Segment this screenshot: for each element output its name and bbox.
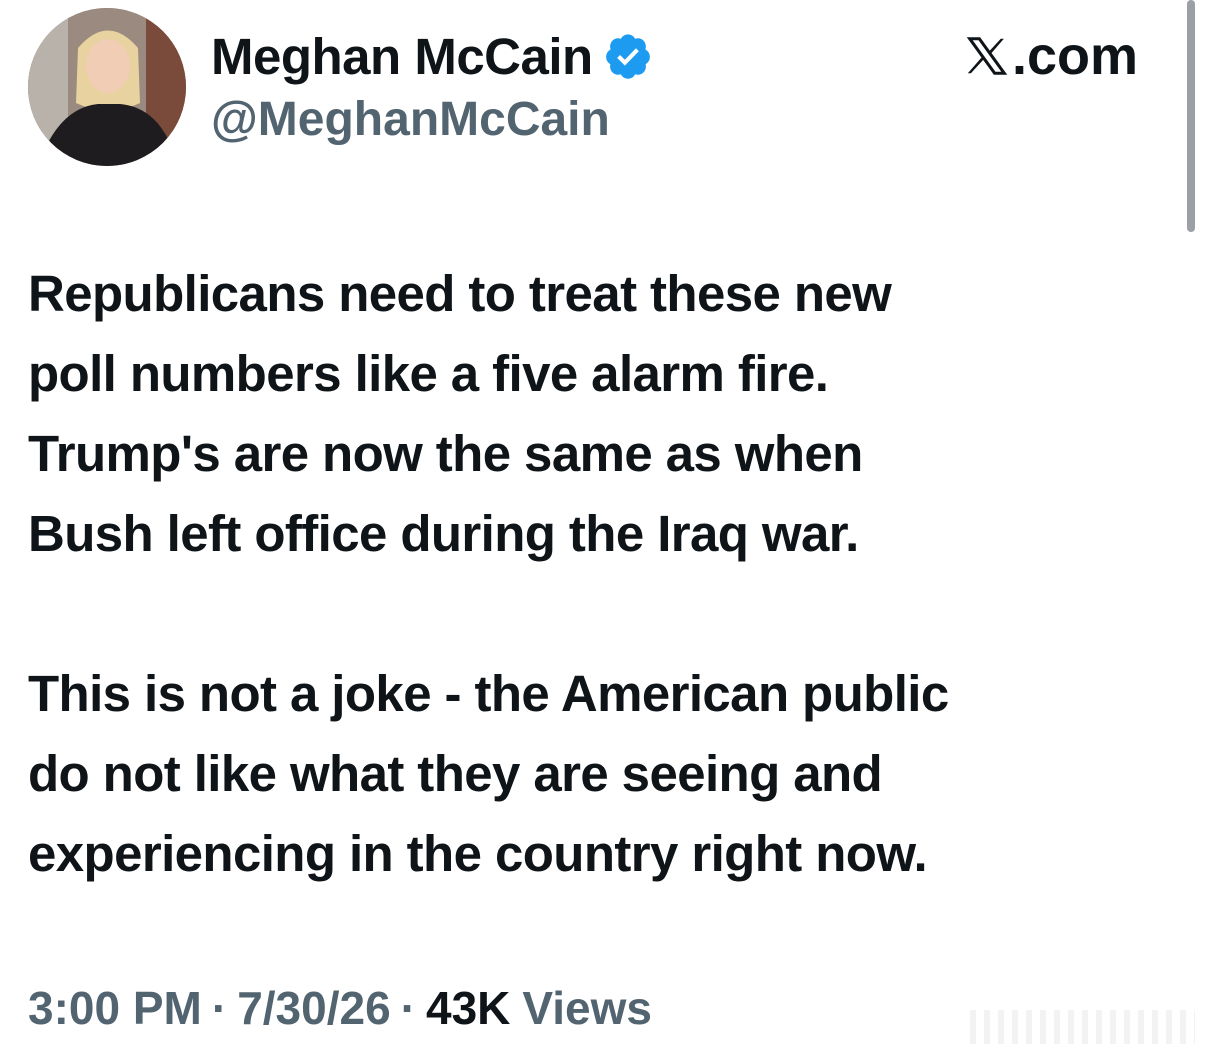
handle[interactable]: @MeghanMcCain <box>211 92 610 147</box>
x-logo-icon <box>966 37 1008 75</box>
avatar[interactable] <box>28 8 186 166</box>
tweet-line: Bush left office during the Iraq war. <box>28 505 859 562</box>
scrollbar[interactable] <box>1187 0 1195 232</box>
author-name-row[interactable]: Meghan McCain <box>211 24 653 88</box>
tweet-line: Trump's are now the same as when <box>28 425 863 482</box>
site-label: .com <box>964 24 1138 88</box>
views-count[interactable]: 43K <box>426 981 510 1035</box>
display-name[interactable]: Meghan McCain <box>211 27 593 86</box>
tweet-line: Republicans need to treat these new <box>28 265 892 322</box>
tweet-line: experiencing in the country right now. <box>28 825 928 882</box>
tweet-line: do not like what they are seeing and <box>28 745 883 802</box>
post-date[interactable]: 7/30/26 <box>237 981 390 1035</box>
meta-separator: · <box>400 982 416 1034</box>
tweet-line: poll numbers like a five alarm fire. <box>28 345 829 402</box>
post-time[interactable]: 3:00 PM <box>28 981 202 1035</box>
views-label[interactable]: Views <box>522 981 652 1035</box>
tweet-text: Republicans need to treat these new poll… <box>28 254 1178 894</box>
verified-badge-icon <box>605 34 650 79</box>
tweet-line: This is not a joke - the American public <box>28 665 949 722</box>
tweet-meta: 3:00 PM · 7/30/26 · 43K Views <box>28 978 652 1038</box>
meta-separator: · <box>211 982 228 1034</box>
site-label-text: .com <box>1012 26 1139 86</box>
avatar-image <box>28 8 186 166</box>
watermark <box>970 1010 1195 1044</box>
